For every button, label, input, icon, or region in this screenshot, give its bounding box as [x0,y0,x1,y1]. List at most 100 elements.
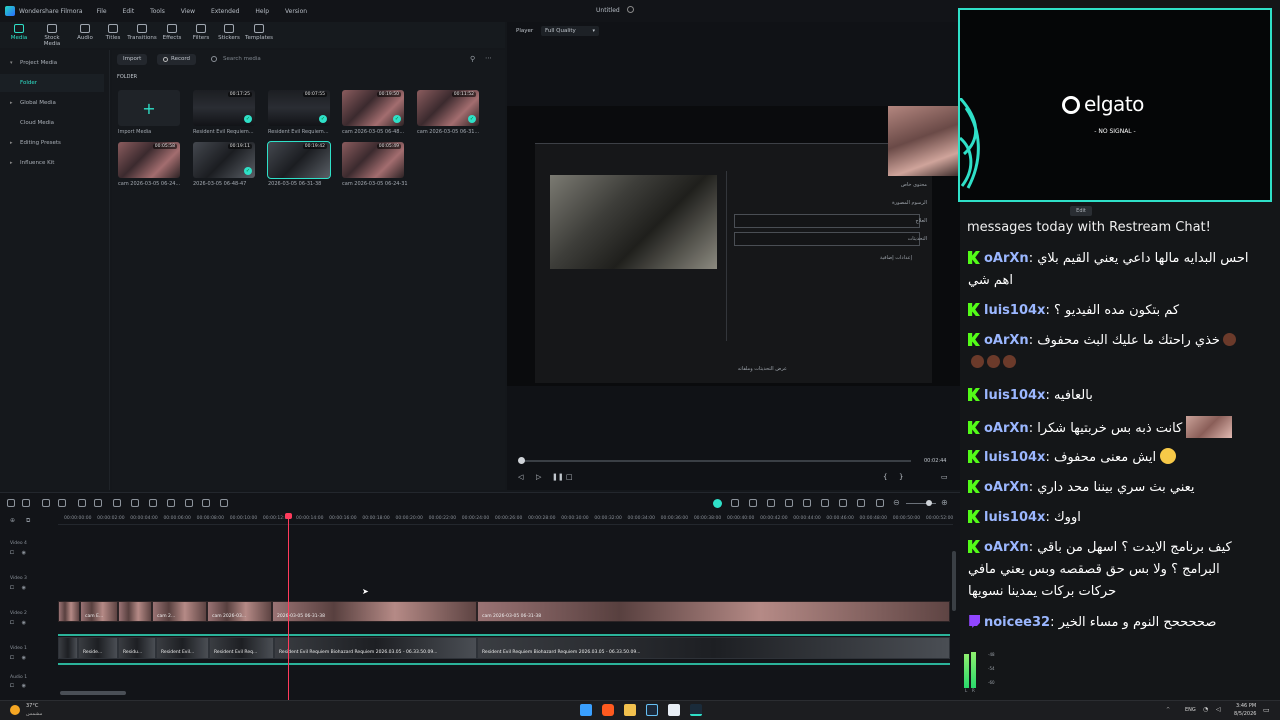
text-icon[interactable] [113,499,121,507]
media-thumb-selected[interactable]: 00:19:42 [267,141,331,179]
playhead-handle[interactable] [285,513,292,519]
track-controls[interactable]: ⧠ ◉ [10,655,29,661]
import-media-tile[interactable]: + [118,90,180,126]
pause-icon[interactable]: ❚❚ [552,473,564,481]
volume-icon[interactable]: ◁ [1216,706,1221,713]
tab-media[interactable]: Media [4,24,34,41]
menu-help[interactable]: Help [255,8,269,15]
render-icon[interactable] [713,499,722,508]
timeline-clip[interactable]: Resident Evil Req... [209,637,274,659]
wifi-icon[interactable]: ◔ [1203,706,1208,713]
freeze-icon[interactable] [149,499,157,507]
crop-icon[interactable] [131,499,139,507]
speed-icon[interactable] [167,499,175,507]
tab-audio[interactable]: Audio [70,24,100,41]
timeline-clip[interactable]: cam 2026-03-05 06-31-38 [477,601,950,622]
notification-icon[interactable]: ▭ [1263,706,1270,714]
sidebar-item-influence-kit[interactable]: ▸ Influence Kit [0,154,104,172]
cut-icon[interactable] [94,499,102,507]
tab-filters[interactable]: Filters [186,24,216,41]
timeline-clip[interactable]: Resident Evil... [156,637,209,659]
layers-icon[interactable] [839,499,847,507]
menu-view[interactable]: View [181,8,195,15]
playback-scrubber[interactable] [521,460,911,462]
import-button[interactable]: Import [117,54,148,65]
media-thumb[interactable]: 00:11:52 ✓ [417,90,479,126]
timeline-clip[interactable]: cam E... [80,601,118,622]
edit-button[interactable]: Edit [1070,206,1092,216]
timeline-clip[interactable]: Resident Evil Requiem Biohazard Requiem … [274,637,477,659]
sidebar-item-project-media[interactable]: ▾ Project Media [0,54,104,72]
link-icon[interactable]: ⧉ [26,517,30,525]
vertical-scrollbar[interactable] [952,551,956,611]
media-thumb[interactable]: 00:19:11 ✓ [193,142,255,178]
scrubber-handle[interactable] [518,457,525,464]
menu-file[interactable]: File [97,8,107,15]
ai-tools-icon[interactable] [731,499,739,507]
tab-effects[interactable]: Effects [157,24,187,41]
filter-icon[interactable]: ⚲ [470,55,475,63]
weather-temp[interactable]: 37°C [26,703,38,709]
timeline-ruler[interactable]: 00:00:00:00 00:00:02:00 00:00:04:00 00:00:0… [58,513,953,525]
color-icon[interactable] [185,499,193,507]
timeline-clip[interactable] [58,601,80,622]
menu-edit[interactable]: Edit [123,8,135,15]
tab-templates[interactable]: Templates [244,24,274,41]
menu-extended[interactable]: Extended [211,8,240,15]
media-thumb[interactable]: 00:07:55 ✓ [268,90,330,126]
media-thumb[interactable]: 00:05:49 [342,142,404,178]
prev-frame-icon[interactable]: ◁ [518,473,523,481]
language-indicator[interactable]: ENG [1185,707,1196,713]
microphone-icon[interactable] [821,499,829,507]
tab-transitions[interactable]: Transitions [127,24,157,41]
track-controls[interactable]: ⧠ ◉ [10,683,29,689]
keyframe-icon[interactable] [785,499,793,507]
sidebar-item-editing-presets[interactable]: ▸ Editing Presets [0,134,104,152]
sidebar-item-cloud-media[interactable]: Cloud Media [0,114,104,132]
info-icon[interactable] [627,6,634,13]
tab-stock-media[interactable]: Stock Media [37,24,67,47]
sidebar-item-folder[interactable]: Folder [0,74,104,92]
undo-icon[interactable] [42,499,50,507]
filmora-taskbar-icon[interactable] [690,704,702,716]
zoom-in-icon[interactable]: ⊕ [941,498,948,507]
monitor-icon[interactable]: ▭ [941,473,948,481]
audio-edit-icon[interactable] [202,499,210,507]
brave-browser-icon[interactable] [602,704,614,716]
timeline-clip[interactable]: cam 2... [152,601,207,622]
media-thumb[interactable]: 00:19:50 ✓ [342,90,404,126]
media-thumb[interactable]: 00:05:58 [118,142,180,178]
split-icon[interactable] [7,499,15,507]
track-controls[interactable]: ⧠ ◉ [10,620,29,626]
tab-titles[interactable]: Titles [98,24,128,41]
delete-icon[interactable] [78,499,86,507]
timeline-clip[interactable] [58,637,78,659]
video-preview[interactable]: محتوى خاص الرسوم المصورة العلاج التحديثا… [507,106,960,386]
menu-tools[interactable]: Tools [150,8,165,15]
weather-sun-icon[interactable] [10,705,20,715]
shield-icon[interactable] [803,499,811,507]
mark-in-icon[interactable]: { [883,473,887,481]
steam-icon[interactable] [646,704,658,716]
image-icon[interactable] [857,499,865,507]
search-input[interactable]: Search media [223,56,261,62]
track-controls[interactable]: ⧠ ◉ [10,585,29,591]
timeline-clip[interactable] [118,601,152,622]
group-icon[interactable] [220,499,228,507]
quality-select[interactable]: Full Quality ▾ [541,26,599,36]
sidebar-item-global-media[interactable]: ▸ Global Media [0,94,104,112]
zoom-slider-handle[interactable] [926,500,932,506]
snapshot-icon[interactable] [749,499,757,507]
zoom-out-icon[interactable]: ⊖ [893,498,900,507]
file-explorer-icon[interactable] [624,704,636,716]
timeline-clip[interactable]: Reside... [78,637,118,659]
clock-time[interactable]: 3:46 PM [1236,703,1256,709]
app-icon[interactable] [668,704,680,716]
horizontal-scrollbar[interactable] [60,691,126,695]
clock-date[interactable]: 8/5/2026 [1234,711,1256,717]
tray-chevron-icon[interactable]: ^ [1166,707,1170,713]
marker-icon[interactable] [767,499,775,507]
select-icon[interactable] [22,499,30,507]
media-thumb[interactable]: 00:17:25 ✓ [193,90,255,126]
add-track-icon[interactable]: ⊕ [10,517,15,524]
